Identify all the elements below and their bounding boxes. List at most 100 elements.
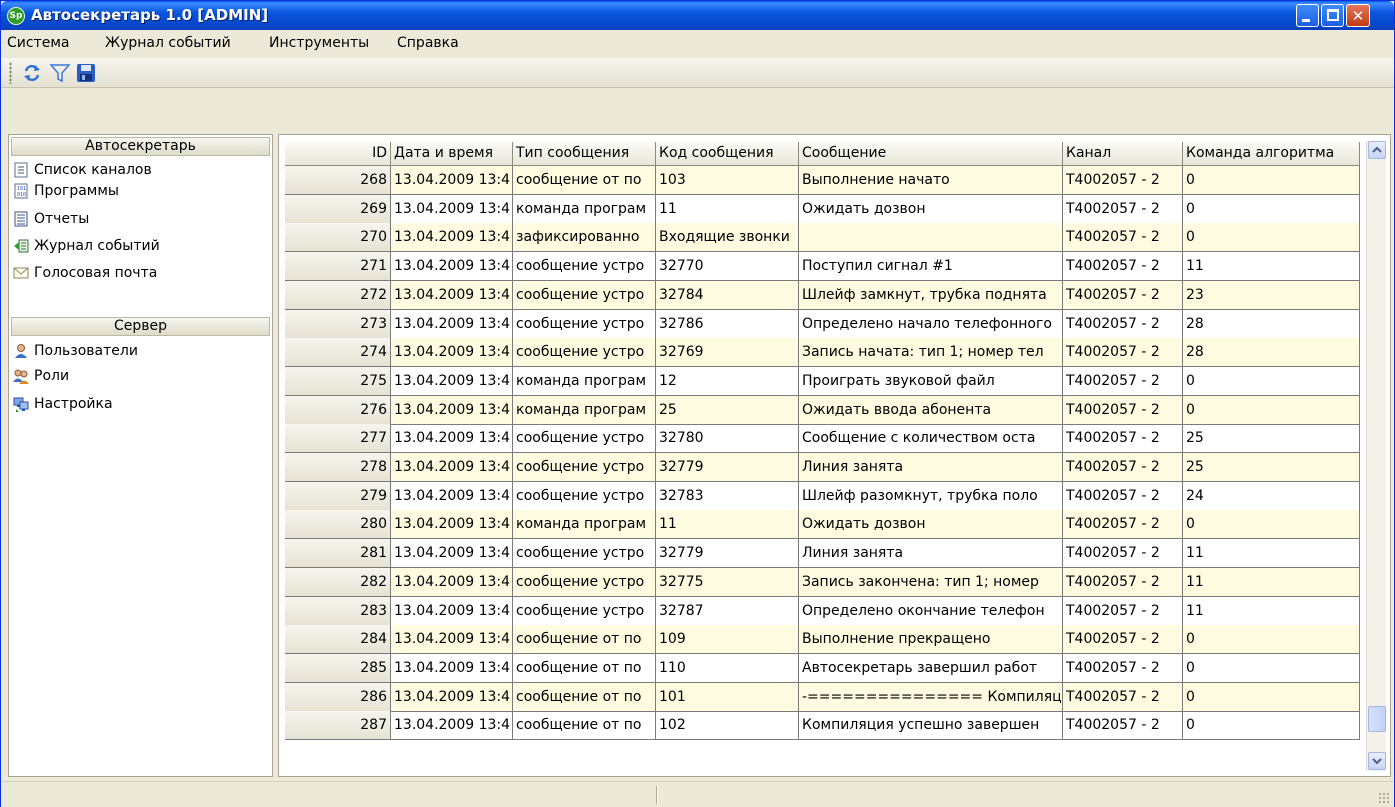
cell-algorithm-command[interactable]: 0 [1183,625,1360,655]
table-row[interactable]: 268 13.04.2009 13:4 сообщение от по 103 Выпо… [285,166,1363,195]
cell-message[interactable] [799,223,1063,253]
cell-message-type[interactable]: команда програм [513,366,656,396]
close-button[interactable]: ✕ [1346,4,1370,27]
table-row[interactable]: 272 13.04.2009 13:4 сообщение устро 32784 Шл… [285,280,1363,310]
cell-message[interactable]: Автосекретарь завершил работ [799,653,1063,683]
cell-message-code[interactable]: 32786 [656,309,799,339]
cell-algorithm-command[interactable]: 0 [1183,510,1360,540]
scroll-thumb[interactable] [1368,706,1386,732]
cell-message-code[interactable]: 32783 [656,481,799,511]
table-row[interactable]: 274 13.04.2009 13:4 сообщение устро 32769 За… [285,338,1363,368]
cell-message-code[interactable]: 32784 [656,280,799,310]
cell-message-code[interactable]: 32770 [656,252,799,282]
nav-item-channel-list[interactable]: Список каналов [11,160,270,181]
cell-message[interactable]: Определено окончание телефон [799,596,1063,626]
cell-message-type[interactable]: сообщение устро [513,424,656,454]
cell-algorithm-command[interactable]: 28 [1183,309,1360,339]
cell-channel[interactable]: T4002057 - 2 [1063,280,1183,310]
cell-id[interactable]: 279 [285,481,391,511]
cell-message[interactable]: Запись закончена: тип 1; номер [799,567,1063,597]
table-row[interactable]: 269 13.04.2009 13:4 команда програм 11 Ожида… [285,194,1363,224]
cell-channel[interactable]: T4002057 - 2 [1063,625,1183,655]
cell-algorithm-command[interactable]: 0 [1183,223,1360,253]
cell-algorithm-command[interactable]: 0 [1183,653,1360,683]
column-header-algorithm-command[interactable]: Команда алгоритма [1183,142,1360,166]
column-header-message-type[interactable]: Тип сообщения [513,142,656,166]
table-row[interactable]: 283 13.04.2009 13:4 сообщение устро 32787 Оп… [285,596,1363,626]
table-row[interactable]: 275 13.04.2009 13:4 команда програм 12 Проиг… [285,366,1363,396]
cell-channel[interactable]: T4002057 - 2 [1063,338,1183,368]
cell-id[interactable]: 286 [285,682,391,712]
cell-message-type[interactable]: команда програм [513,395,656,425]
cell-algorithm-command[interactable]: 11 [1183,596,1360,626]
cell-id[interactable]: 281 [285,539,391,569]
cell-message-type[interactable]: сообщение устро [513,252,656,282]
cell-algorithm-command[interactable]: 25 [1183,424,1360,454]
cell-channel[interactable]: T4002057 - 2 [1063,596,1183,626]
cell-datetime[interactable]: 13.04.2009 13:4 [391,252,513,282]
cell-algorithm-command[interactable]: 11 [1183,539,1360,569]
cell-algorithm-command[interactable]: 24 [1183,481,1360,511]
cell-message-type[interactable]: зафиксированно [513,223,656,253]
cell-algorithm-command[interactable]: 0 [1183,395,1360,425]
cell-channel[interactable]: T4002057 - 2 [1063,366,1183,396]
table-row[interactable]: 285 13.04.2009 13:4 сообщение от по 110 Авто… [285,653,1363,683]
table-row[interactable]: 276 13.04.2009 13:4 команда програм 25 Ожида… [285,395,1363,425]
cell-algorithm-command[interactable]: 23 [1183,280,1360,310]
cell-datetime[interactable]: 13.04.2009 13:4 [391,280,513,310]
nav-item-roles[interactable]: Роли [11,366,270,387]
cell-channel[interactable]: T4002057 - 2 [1063,424,1183,454]
cell-message-code[interactable]: 12 [656,366,799,396]
cell-message[interactable]: Проиграть звуковой файл [799,366,1063,396]
cell-message-code[interactable]: 32787 [656,596,799,626]
cell-id[interactable]: 278 [285,453,391,482]
nav-item-settings[interactable]: Настройка [11,394,270,415]
cell-channel[interactable]: T4002057 - 2 [1063,223,1183,253]
cell-id[interactable]: 274 [285,338,391,368]
nav-item-reports[interactable]: Отчеты [11,209,270,230]
cell-datetime[interactable]: 13.04.2009 13:4 [391,395,513,425]
cell-channel[interactable]: T4002057 - 2 [1063,252,1183,282]
nav-item-users[interactable]: Пользователи [11,341,270,362]
cell-datetime[interactable]: 13.04.2009 13:4 [391,653,513,683]
column-header-id[interactable]: ID [285,142,391,166]
refresh-icon[interactable] [21,62,43,84]
table-row[interactable]: 281 13.04.2009 13:4 сообщение устро 32779 Ли… [285,539,1363,569]
cell-algorithm-command[interactable]: 0 [1183,166,1360,195]
cell-message-type[interactable]: команда програм [513,510,656,540]
cell-message[interactable]: Ожидать ввода абонента [799,395,1063,425]
resize-grip[interactable] [1378,792,1390,804]
menu-system[interactable]: Система [7,35,69,51]
cell-channel[interactable]: T4002057 - 2 [1063,653,1183,683]
cell-algorithm-command[interactable]: 0 [1183,711,1360,741]
table-row[interactable]: 284 13.04.2009 13:4 сообщение от по 109 Выпо… [285,625,1363,655]
cell-datetime[interactable]: 13.04.2009 13:4 [391,567,513,597]
cell-message-type[interactable]: сообщение от по [513,682,656,712]
vertical-scrollbar[interactable] [1366,141,1386,771]
cell-message[interactable]: Ожидать дозвон [799,194,1063,224]
cell-message[interactable]: Шлейф разомкнут, трубка поло [799,481,1063,511]
table-row[interactable]: 280 13.04.2009 13:4 команда програм 11 Ожида… [285,510,1363,540]
cell-message-code[interactable]: 11 [656,510,799,540]
nav-item-event-log[interactable]: Журнал событий [11,236,270,257]
cell-channel[interactable]: T4002057 - 2 [1063,567,1183,597]
cell-algorithm-command[interactable]: 11 [1183,252,1360,282]
nav-item-programs[interactable]: 101 010 Программы [11,181,270,202]
cell-id[interactable]: 277 [285,424,391,454]
cell-algorithm-command[interactable]: 28 [1183,338,1360,368]
cell-id[interactable]: 273 [285,309,391,339]
cell-channel[interactable]: T4002057 - 2 [1063,481,1183,511]
table-row[interactable]: 278 13.04.2009 13:4 сообщение устро 32779 Ли… [285,453,1363,482]
cell-datetime[interactable]: 13.04.2009 13:4 [391,194,513,224]
table-row[interactable]: 282 13.04.2009 13:4 сообщение устро 32775 За… [285,567,1363,597]
group-header-autosecretary[interactable]: Автосекретарь [11,137,270,156]
table-row[interactable]: 273 13.04.2009 13:4 сообщение устро 32786 Оп… [285,309,1363,339]
cell-message-code[interactable]: 109 [656,625,799,655]
cell-message-code[interactable]: 11 [656,194,799,224]
cell-message[interactable]: Ожидать дозвон [799,510,1063,540]
cell-channel[interactable]: T4002057 - 2 [1063,166,1183,195]
cell-algorithm-command[interactable]: 11 [1183,567,1360,597]
cell-message[interactable]: Запись начата: тип 1; номер тел [799,338,1063,368]
cell-message[interactable]: Выполнение прекращено [799,625,1063,655]
cell-datetime[interactable]: 13.04.2009 13:4 [391,682,513,712]
